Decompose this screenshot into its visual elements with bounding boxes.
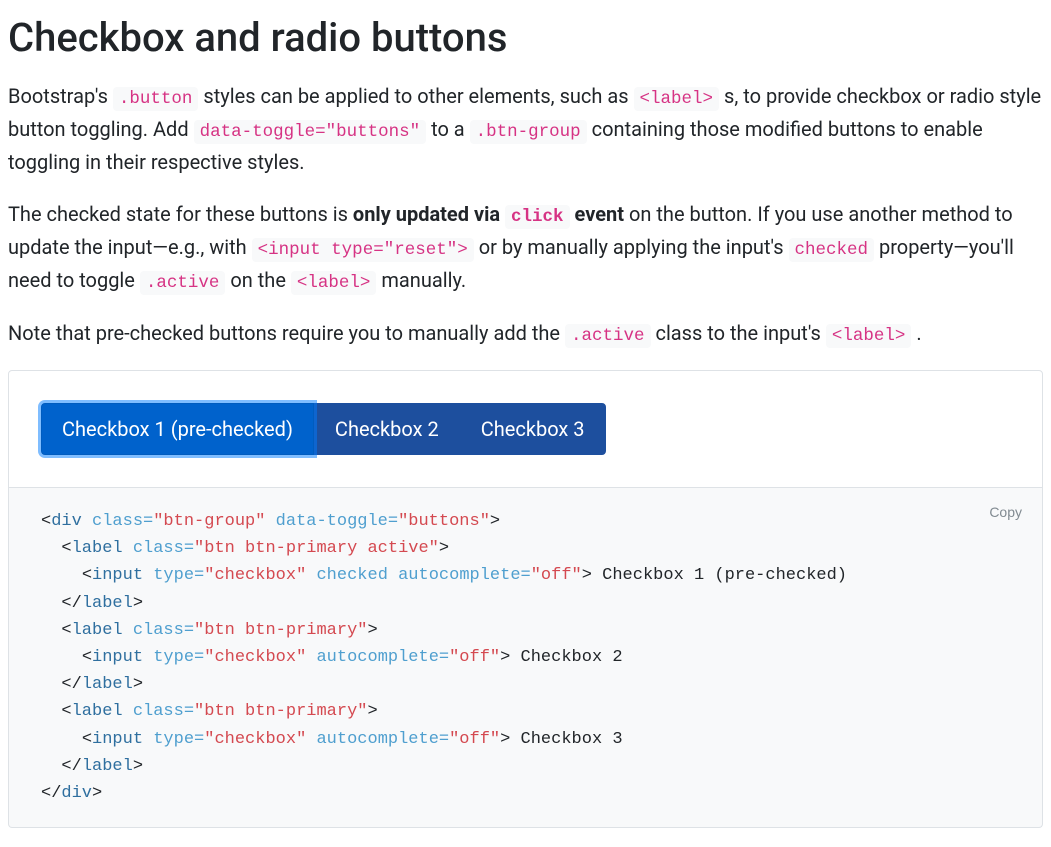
text: or by manually applying the input's bbox=[479, 235, 789, 259]
checkbox-label: Checkbox 1 (pre-checked) bbox=[62, 417, 293, 441]
code-input-reset: <input type="reset"> bbox=[252, 238, 474, 262]
code-active: .active bbox=[565, 324, 651, 348]
paragraph-1: Bootstrap's .button styles can be applie… bbox=[8, 80, 1043, 178]
section-heading: Checkbox and radio buttons bbox=[8, 8, 1043, 68]
code-content: <div class="btn-group" data-toggle="butt… bbox=[41, 512, 847, 803]
code-btn-group: .btn-group bbox=[470, 120, 587, 144]
paragraph-2: The checked state for these buttons is o… bbox=[8, 198, 1043, 297]
code-label: <label> bbox=[634, 87, 720, 111]
text: The checked state for these buttons is bbox=[8, 202, 353, 226]
text: . bbox=[916, 321, 921, 345]
code-click: click bbox=[505, 205, 570, 229]
text: manually. bbox=[381, 268, 466, 292]
text: on the bbox=[230, 268, 291, 292]
code-block: Copy <div class="btn-group" data-toggle=… bbox=[8, 488, 1043, 828]
checkbox-button-1[interactable]: Checkbox 1 (pre-checked) bbox=[41, 403, 314, 455]
paragraph-3: Note that pre-checked buttons require yo… bbox=[8, 317, 1043, 350]
checkbox-label: Checkbox 3 bbox=[481, 417, 585, 441]
copy-button[interactable]: Copy bbox=[981, 500, 1030, 524]
code-label: <label> bbox=[291, 271, 377, 295]
code-pre: <div class="btn-group" data-toggle="butt… bbox=[41, 508, 1010, 807]
button-group: Checkbox 1 (pre-checked) Checkbox 2 Chec… bbox=[41, 403, 606, 455]
code-data-toggle: data-toggle="buttons" bbox=[194, 120, 427, 144]
example-box: Checkbox 1 (pre-checked) Checkbox 2 Chec… bbox=[8, 370, 1043, 488]
code-checked: checked bbox=[789, 238, 875, 262]
text: to a bbox=[431, 117, 470, 141]
checkbox-button-2[interactable]: Checkbox 2 bbox=[314, 403, 460, 455]
checkbox-button-3[interactable]: Checkbox 3 bbox=[460, 403, 606, 455]
code-button: .button bbox=[113, 87, 199, 111]
checkbox-label: Checkbox 2 bbox=[335, 417, 439, 441]
text: class to the input's bbox=[655, 321, 825, 345]
code-active: .active bbox=[140, 271, 226, 295]
text: Bootstrap's bbox=[8, 84, 113, 108]
text: styles can be applied to other elements,… bbox=[203, 84, 633, 108]
text: Note that pre-checked buttons require yo… bbox=[8, 321, 565, 345]
bold-text: only updated via click event bbox=[353, 202, 624, 226]
code-label: <label> bbox=[826, 324, 912, 348]
